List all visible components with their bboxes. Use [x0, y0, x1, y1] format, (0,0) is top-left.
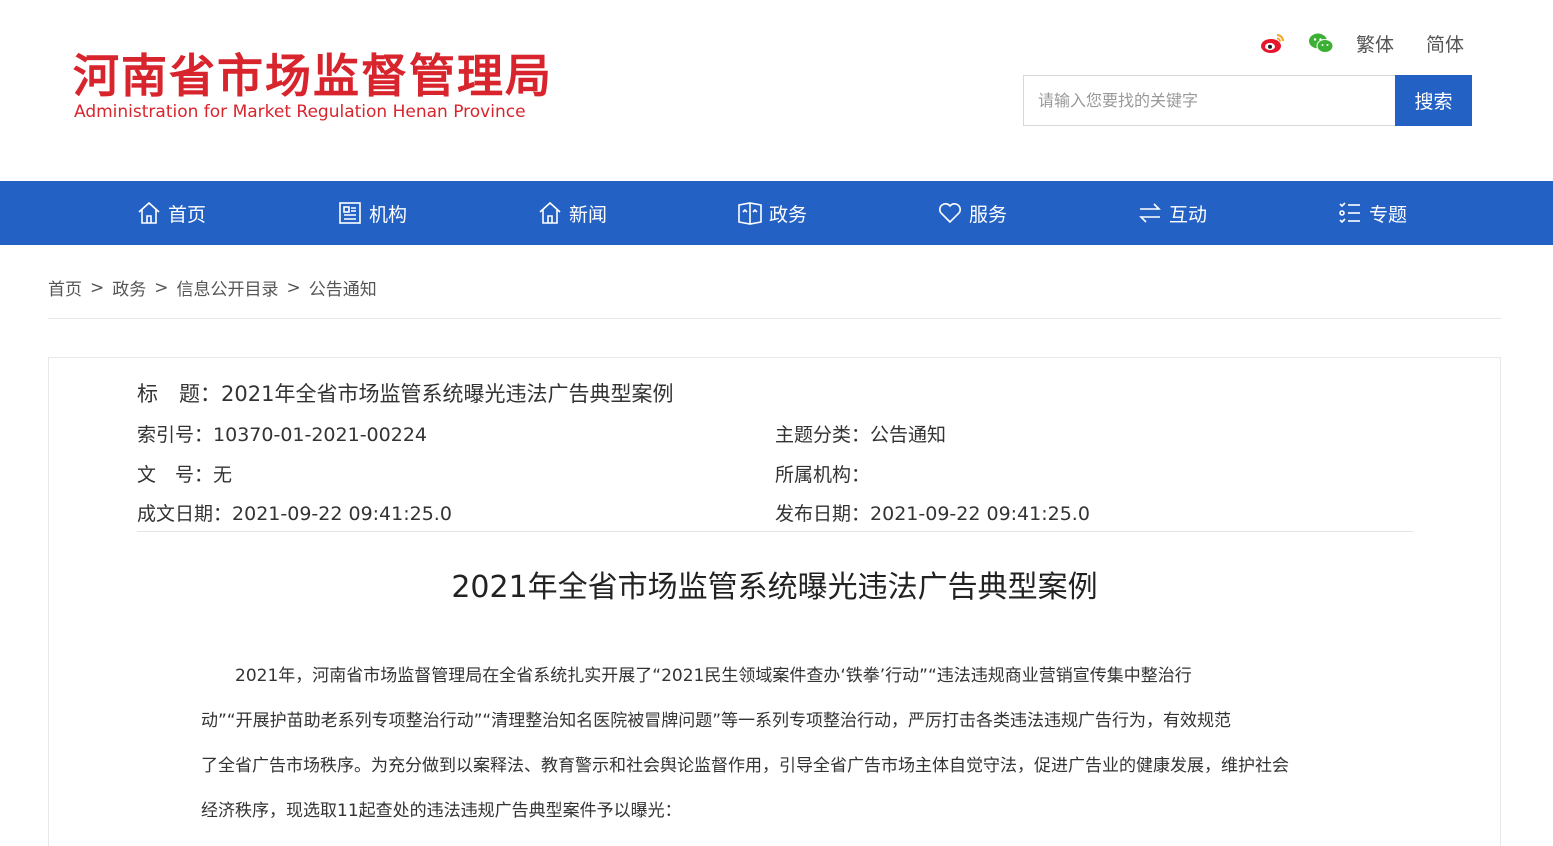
breadcrumb-government-affairs[interactable]: 政务 [112, 275, 146, 300]
meta-published-label: 发布日期： [775, 503, 871, 525]
meta-index-label: 索引号： [137, 424, 214, 446]
nav-label: 新闻 [569, 203, 608, 226]
breadcrumb-separator: > [90, 277, 105, 298]
nav-item-topics[interactable]: 专题 [1337, 181, 1407, 245]
nav-item-news[interactable]: 新闻 [537, 181, 607, 245]
breadcrumb-notices[interactable]: 公告通知 [309, 275, 377, 300]
meta-published-row: 发布日期：2021-09-22 09:41:25.0 [775, 499, 1090, 526]
meta-title-label: 标 题： [137, 382, 221, 406]
meta-category-row: 主题分类：公告通知 [775, 420, 946, 447]
heart-icon [939, 203, 961, 224]
meta-created-value: 2021-09-22 09:41:25.0 [232, 503, 452, 525]
list-icon [1339, 202, 1360, 224]
document-icon [339, 202, 361, 224]
nav-label: 首页 [168, 203, 207, 226]
traditional-chinese-link[interactable]: 繁体 [1356, 30, 1394, 57]
meta-published-value: 2021-09-22 09:41:25.0 [870, 503, 1090, 525]
nav-item-organization[interactable]: 机构 [337, 181, 407, 245]
top-links: 繁体 简体 [1260, 30, 1464, 56]
breadcrumb-home[interactable]: 首页 [48, 275, 82, 300]
nav-label: 服务 [969, 203, 1008, 226]
breadcrumb: 首页 > 政务 > 信息公开目录 > 公告通知 [48, 275, 377, 301]
article-title: 2021年全省市场监管系统曝光违法广告典型案例 [451, 570, 1098, 605]
breadcrumb-disclosure-catalog[interactable]: 信息公开目录 [177, 275, 279, 300]
shield-badge-icon [738, 202, 762, 225]
home-icon [138, 201, 160, 224]
meta-org-label: 所属机构： [775, 464, 871, 486]
site-header: 河南省市场监督管理局 Administration for Market Reg… [0, 0, 1553, 181]
nav-item-services[interactable]: 服务 [937, 181, 1007, 245]
article-body: 2021年，河南省市场监督管理局在全省系统扎实开展了“2021民生领域案件查办‘… [201, 658, 1351, 838]
search-input[interactable] [1024, 76, 1396, 125]
search-box [1023, 75, 1396, 126]
wechat-icon[interactable] [1308, 32, 1334, 54]
nav-item-home[interactable]: 首页 [136, 181, 206, 245]
meta-created-label: 成文日期： [137, 503, 233, 525]
nav-label: 政务 [769, 203, 808, 226]
breadcrumb-separator: > [154, 277, 169, 298]
article-line: 了全省广告市场秩序。为充分做到以案释法、教育警示和社会舆论监督作用，引导全省广告… [201, 756, 1289, 776]
article-line: 2021年，河南省市场监督管理局在全省系统扎实开展了“2021民生领域案件查办‘… [201, 666, 1192, 686]
meta-created-row: 成文日期：2021-09-22 09:41:25.0 [137, 499, 452, 526]
nav-item-interaction[interactable]: 互动 [1137, 181, 1207, 245]
meta-category-value: 公告通知 [870, 424, 947, 446]
nav-label: 互动 [1169, 203, 1208, 226]
meta-title-value: 2021年全省市场监管系统曝光违法广告典型案例 [221, 382, 674, 406]
nav-item-government-affairs[interactable]: 政务 [737, 181, 807, 245]
news-home-icon [539, 201, 561, 224]
search-button[interactable]: 搜索 [1395, 75, 1472, 126]
nav-label: 机构 [369, 203, 408, 226]
simplified-chinese-link[interactable]: 简体 [1426, 30, 1464, 57]
meta-index-value: 10370-01-2021-00224 [213, 424, 427, 446]
exchange-arrows-icon [1139, 203, 1161, 223]
meta-category-label: 主题分类： [775, 424, 871, 446]
breadcrumb-separator: > [286, 277, 301, 298]
article-container: 标 题：2021年全省市场监管系统曝光违法广告典型案例 索引号：10370-01… [48, 357, 1501, 846]
meta-org-row: 所属机构： [775, 460, 870, 487]
breadcrumb-divider [48, 318, 1501, 319]
meta-index-row: 索引号：10370-01-2021-00224 [137, 420, 427, 447]
article-line: 动”“开展护苗助老系列专项整治行动”“清理整治知名医院被冒牌问题”等一系列专项整… [201, 711, 1232, 731]
main-nav: 首页 机构 新闻 政务 服务 互动 专题 [0, 181, 1553, 245]
article-line: 经济秩序，现选取11起查处的违法违规广告典型案件予以曝光： [201, 801, 682, 821]
site-logo-english[interactable]: Administration for Market Regulation Hen… [74, 102, 526, 122]
meta-divider [137, 531, 1413, 532]
meta-docno-label: 文 号： [137, 464, 214, 486]
nav-label: 专题 [1369, 203, 1408, 226]
weibo-icon[interactable] [1260, 32, 1286, 54]
meta-title-row: 标 题：2021年全省市场监管系统曝光违法广告典型案例 [137, 378, 673, 408]
meta-docno-value: 无 [213, 464, 233, 486]
meta-docno-row: 文 号：无 [137, 460, 232, 487]
site-logo-chinese[interactable]: 河南省市场监督管理局 [73, 40, 553, 106]
